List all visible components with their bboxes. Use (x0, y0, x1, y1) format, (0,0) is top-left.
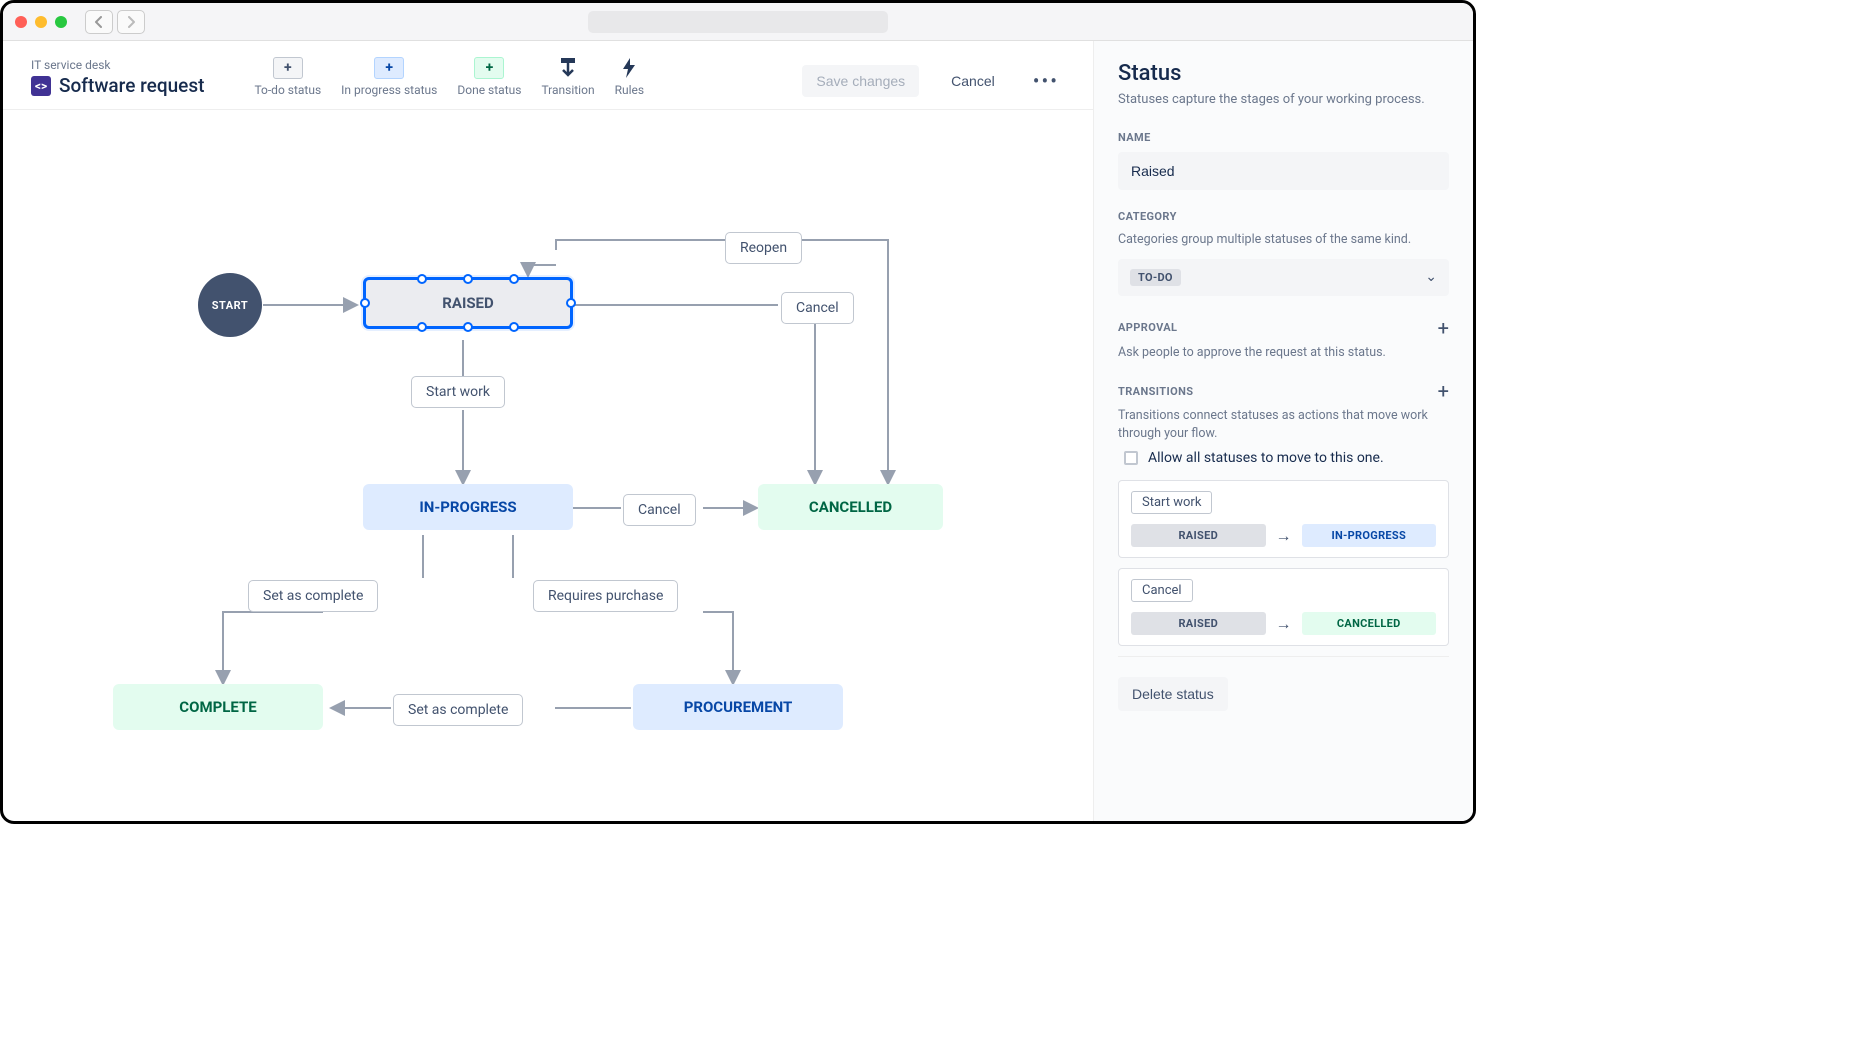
status-raised[interactable]: RAISED (363, 277, 573, 329)
transition-from-status: RAISED (1131, 524, 1266, 547)
workflow-toolbar: + To-do status + In progress status + Do… (254, 57, 644, 97)
nav-back-button[interactable] (85, 10, 113, 34)
approval-section-label: APPROVAL (1118, 321, 1177, 334)
allow-all-label: Allow all statuses to move to this one. (1148, 450, 1384, 466)
delete-status-button[interactable]: Delete status (1118, 677, 1228, 711)
project-title-text: Software request (59, 74, 204, 97)
category-select[interactable]: TO-DO ⌄ (1118, 259, 1449, 296)
category-field-label: CATEGORY (1118, 210, 1449, 223)
arrow-right-icon: → (1276, 526, 1292, 546)
transition-requires-purchase[interactable]: Requires purchase (533, 580, 678, 612)
transition-card[interactable]: Start work RAISED → IN-PROGRESS (1118, 480, 1449, 558)
category-value: TO-DO (1130, 269, 1181, 286)
checkbox-icon (1124, 451, 1138, 465)
resize-handle-s3[interactable] (509, 322, 519, 332)
toolbar-label: Rules (615, 83, 644, 97)
project-type-icon: <> (31, 76, 51, 96)
transition-reopen[interactable]: Reopen (725, 232, 802, 264)
workflow-header: IT service desk <> Software request + To… (3, 57, 1093, 110)
transition-from-status: RAISED (1131, 612, 1266, 635)
status-label: CANCELLED (809, 498, 892, 516)
maximize-window-icon[interactable] (55, 16, 67, 28)
transition-card[interactable]: Cancel RAISED → CANCELLED (1118, 568, 1449, 646)
status-label: RAISED (442, 294, 494, 312)
breadcrumb[interactable]: IT service desk (31, 58, 204, 72)
project-title: <> Software request (31, 74, 204, 97)
status-cancelled[interactable]: CANCELLED (758, 484, 943, 530)
workflow-canvas[interactable]: START RAISED IN-PROGRESS (3, 110, 1093, 821)
status-label: PROCUREMENT (684, 698, 793, 716)
transition-cancel-mid[interactable]: Cancel (623, 494, 696, 526)
status-label: COMPLETE (179, 698, 256, 716)
divider (1118, 656, 1449, 657)
nav-forward-button[interactable] (117, 10, 145, 34)
plus-icon: + (474, 57, 504, 79)
panel-title: Status (1118, 61, 1449, 86)
transition-card-name: Start work (1131, 491, 1212, 514)
close-window-icon[interactable] (15, 16, 27, 28)
status-procurement[interactable]: PROCUREMENT (633, 684, 843, 730)
panel-subtitle: Statuses capture the stages of your work… (1118, 92, 1449, 107)
browser-nav (85, 10, 145, 34)
arrow-right-icon: → (1276, 614, 1292, 634)
minimize-window-icon[interactable] (35, 16, 47, 28)
more-actions-button[interactable]: ••• (1027, 69, 1065, 93)
lightning-icon (620, 57, 638, 79)
resize-handle-s1[interactable] (417, 322, 427, 332)
name-field-label: NAME (1118, 131, 1449, 144)
transition-set-complete-right[interactable]: Set as complete (393, 694, 523, 726)
traffic-lights (15, 16, 67, 28)
transition-start-work[interactable]: Start work (411, 376, 505, 408)
transition-set-complete-left[interactable]: Set as complete (248, 580, 378, 612)
allow-all-checkbox-row[interactable]: Allow all statuses to move to this one. (1118, 450, 1449, 466)
cancel-button[interactable]: Cancel (937, 65, 1009, 97)
start-label: START (212, 299, 248, 312)
add-todo-status-button[interactable]: + To-do status (254, 57, 321, 97)
app-window: IT service desk <> Software request + To… (0, 0, 1476, 824)
status-in-progress[interactable]: IN-PROGRESS (363, 484, 573, 530)
status-name-input[interactable] (1118, 152, 1449, 190)
toolbar-label: Transition (541, 83, 594, 97)
transition-icon (558, 57, 578, 79)
url-bar[interactable] (588, 11, 888, 33)
resize-handle-n1[interactable] (417, 274, 427, 284)
save-changes-button[interactable]: Save changes (802, 65, 919, 97)
toolbar-label: In progress status (341, 83, 437, 97)
status-complete[interactable]: COMPLETE (113, 684, 323, 730)
add-transition-button[interactable]: + (1438, 379, 1449, 403)
toolbar-label: Done status (457, 83, 521, 97)
resize-handle-w[interactable] (360, 298, 370, 308)
start-node[interactable]: START (198, 273, 262, 337)
add-done-status-button[interactable]: + Done status (457, 57, 521, 97)
transition-card-name: Cancel (1131, 579, 1193, 602)
chevron-down-icon: ⌄ (1425, 269, 1437, 285)
category-help-text: Categories group multiple statuses of th… (1118, 231, 1449, 249)
resize-handle-e[interactable] (566, 298, 576, 308)
add-progress-status-button[interactable]: + In progress status (341, 57, 437, 97)
resize-handle-n3[interactable] (509, 274, 519, 284)
transitions-help-text: Transitions connect statuses as actions … (1118, 407, 1449, 442)
transition-to-status: CANCELLED (1302, 612, 1437, 635)
plus-icon: + (374, 57, 404, 79)
status-label: IN-PROGRESS (419, 498, 516, 516)
resize-handle-s2[interactable] (463, 322, 473, 332)
rules-button[interactable]: Rules (615, 57, 644, 97)
mac-titlebar (3, 3, 1473, 41)
transition-to-status: IN-PROGRESS (1302, 524, 1437, 547)
status-inspector-panel: Status Statuses capture the stages of yo… (1093, 41, 1473, 821)
add-transition-button[interactable]: Transition (541, 57, 594, 97)
plus-icon: + (273, 57, 303, 79)
toolbar-label: To-do status (254, 83, 321, 97)
resize-handle-n2[interactable] (463, 274, 473, 284)
add-approval-button[interactable]: + (1438, 316, 1449, 340)
approval-help-text: Ask people to approve the request at thi… (1118, 344, 1449, 362)
transition-cancel-top[interactable]: Cancel (781, 292, 854, 324)
transitions-section-label: TRANSITIONS (1118, 385, 1193, 398)
